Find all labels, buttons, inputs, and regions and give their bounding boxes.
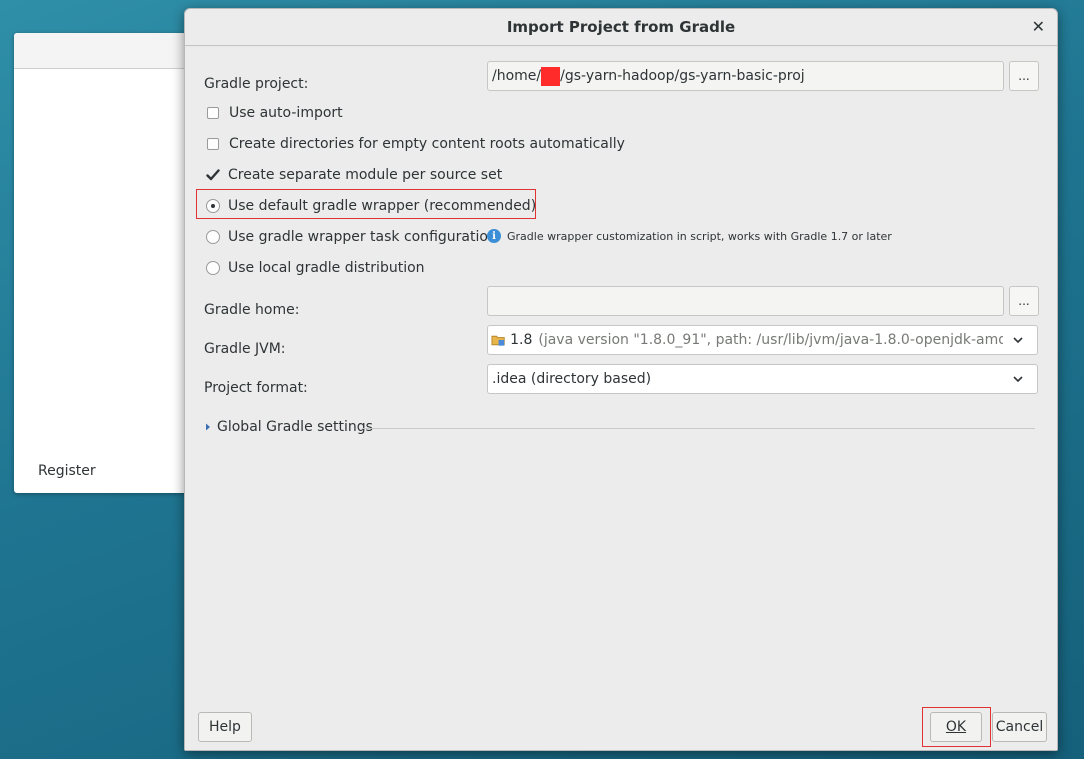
- checkmark-icon: [206, 169, 220, 181]
- help-button[interactable]: Help: [198, 712, 252, 742]
- section-divider: [362, 428, 1035, 429]
- auto-import-label: Use auto-import: [229, 105, 343, 121]
- chevron-down-icon[interactable]: [1003, 376, 1033, 382]
- gradle-jvm-details: (java version "1.8.0_91", path: /usr/lib…: [538, 332, 1003, 348]
- cancel-button[interactable]: Cancel: [992, 712, 1047, 742]
- separate-module-option[interactable]: Create separate module per source set: [206, 167, 502, 183]
- background-window: Register: [14, 33, 204, 493]
- dialog-titlebar: Import Project from Gradle ✕: [185, 9, 1057, 46]
- import-gradle-dialog: Import Project from Gradle ✕ Gradle proj…: [184, 8, 1058, 751]
- default-wrapper-option[interactable]: Use default gradle wrapper (recommended): [206, 198, 536, 214]
- gradle-jvm-label: Gradle JVM:: [204, 341, 286, 357]
- gradle-home-field[interactable]: [487, 286, 1004, 316]
- dialog-title: Import Project from Gradle: [506, 18, 736, 36]
- separate-module-label: Create separate module per source set: [228, 167, 503, 183]
- separate-module-checkbox[interactable]: [206, 168, 220, 182]
- project-format-value: .idea (directory based): [492, 371, 652, 387]
- wrapper-task-radio[interactable]: [206, 230, 220, 244]
- local-distribution-option[interactable]: Use local gradle distribution: [206, 260, 425, 276]
- local-distribution-label: Use local gradle distribution: [228, 260, 425, 276]
- gradle-jvm-version: 1.8: [510, 332, 533, 348]
- wrapper-task-label: Use gradle wrapper task configuration: [228, 229, 497, 245]
- chevron-right-icon: [206, 423, 210, 431]
- register-link[interactable]: Register: [38, 463, 96, 479]
- auto-import-checkbox[interactable]: [207, 107, 219, 119]
- ok-button[interactable]: OK: [930, 712, 982, 742]
- local-distribution-radio[interactable]: [206, 261, 220, 275]
- project-format-label: Project format:: [204, 380, 308, 396]
- gradle-project-path-prefix: /home/: [492, 68, 542, 84]
- dialog-body: Gradle project: /home/ /gs-yarn-hadoop/g…: [185, 47, 1057, 750]
- close-icon[interactable]: ✕: [1032, 17, 1045, 36]
- default-wrapper-radio[interactable]: [206, 199, 220, 213]
- background-window-header: [14, 33, 204, 69]
- project-format-select[interactable]: .idea (directory based): [487, 364, 1038, 394]
- gradle-project-field[interactable]: /home/ /gs-yarn-hadoop/gs-yarn-basic-pro…: [487, 61, 1004, 91]
- default-wrapper-label: Use default gradle wrapper (recommended): [228, 198, 537, 214]
- gradle-project-label: Gradle project:: [204, 76, 309, 92]
- create-dirs-checkbox[interactable]: [207, 138, 219, 150]
- wrapper-task-option[interactable]: Use gradle wrapper task configuration: [206, 229, 497, 245]
- global-gradle-settings-toggle[interactable]: Global Gradle settings: [204, 419, 373, 435]
- auto-import-option[interactable]: Use auto-import: [207, 105, 343, 121]
- gradle-jvm-select[interactable]: 1.8 (java version "1.8.0_91", path: /usr…: [487, 325, 1038, 355]
- chevron-down-icon[interactable]: [1003, 337, 1033, 343]
- redaction-mark: [541, 66, 561, 86]
- gradle-home-browse-button[interactable]: ...: [1009, 286, 1039, 316]
- global-gradle-settings-label: Global Gradle settings: [217, 419, 373, 435]
- sdk-folder-icon: [491, 335, 505, 346]
- gradle-home-label: Gradle home:: [204, 302, 300, 318]
- gradle-project-browse-button[interactable]: ...: [1009, 61, 1039, 91]
- create-dirs-option[interactable]: Create directories for empty content roo…: [207, 136, 625, 152]
- wrapper-hint: i Gradle wrapper customization in script…: [487, 229, 892, 243]
- info-icon: i: [487, 229, 501, 243]
- create-dirs-label: Create directories for empty content roo…: [229, 136, 625, 152]
- wrapper-hint-text: Gradle wrapper customization in script, …: [507, 229, 892, 243]
- gradle-project-path-suffix: /gs-yarn-hadoop/gs-yarn-basic-proj: [560, 68, 805, 84]
